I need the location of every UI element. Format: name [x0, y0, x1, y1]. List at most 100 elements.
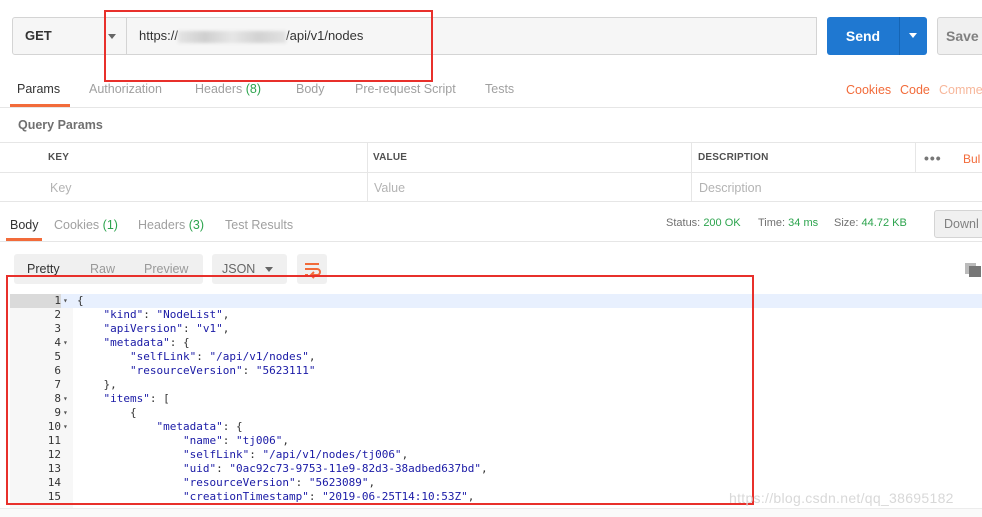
url-input[interactable]: https:// /api/v1/nodes	[127, 17, 817, 55]
chevron-down-icon	[108, 34, 116, 39]
divider	[691, 143, 692, 202]
code-line: 5 "selfLink": "/api/v1/nodes",	[10, 350, 982, 364]
url-prefix: https://	[139, 28, 179, 43]
json-punctuation: ,	[481, 462, 488, 475]
send-button[interactable]: Send	[827, 17, 899, 55]
fold-toggle-icon[interactable]: ▾	[63, 406, 68, 420]
json-punctuation: {	[130, 406, 137, 419]
divider	[915, 143, 916, 172]
json-key: "name"	[183, 434, 223, 447]
line-number: 3	[54, 322, 61, 335]
code-line: 14 "resourceVersion": "5623089",	[10, 476, 982, 490]
status-readout: Status: 200 OK	[666, 217, 741, 229]
code-text: "resourceVersion": "5623089",	[183, 476, 375, 490]
code-line: 6 "resourceVersion": "5623111"	[10, 364, 982, 378]
json-punctuation: : [	[149, 392, 170, 405]
time-readout: Time: 34 ms	[758, 217, 818, 229]
cookies-link[interactable]: Cookies	[846, 83, 891, 97]
code-line: 13 "uid": "0ac92c73-9753-11e9-82d3-38adbe…	[10, 462, 982, 476]
line-number: 13	[47, 462, 61, 475]
tab-response-headers-label: Headers	[138, 218, 186, 232]
active-tab-indicator	[6, 238, 42, 241]
wrap-lines-icon	[305, 263, 321, 279]
method-select[interactable]: GET	[12, 17, 127, 55]
send-dropdown-button[interactable]	[899, 17, 927, 55]
fold-toggle-icon[interactable]: ▾	[63, 420, 68, 434]
code-line: 10 ▾ "metadata": {	[10, 420, 982, 434]
code-text: "metadata": {	[157, 420, 243, 434]
query-params-title: Query Params	[18, 118, 103, 132]
save-button[interactable]: Save	[937, 17, 982, 55]
code-text: "selfLink": "/api/v1/nodes/tj006",	[183, 448, 408, 462]
fold-toggle-icon[interactable]: ▾	[63, 392, 68, 406]
line-number: 8	[54, 392, 61, 405]
chevron-down-icon	[909, 33, 917, 38]
tab-headers[interactable]: Headers (8)	[195, 82, 261, 96]
tab-prerequest-script[interactable]: Pre-request Script	[355, 82, 456, 96]
line-number: 15	[47, 490, 61, 503]
json-punctuation: :	[308, 490, 323, 503]
json-punctuation: :	[143, 308, 157, 321]
code-line: 8 ▾ "items": [	[10, 392, 982, 406]
fold-toggle-icon[interactable]: ▾	[63, 336, 68, 350]
tab-response-cookies-count: (1)	[102, 218, 118, 232]
copy-icon[interactable]	[964, 262, 982, 278]
json-punctuation: :	[242, 364, 256, 377]
download-button[interactable]: Downl	[934, 210, 982, 238]
line-number: 11	[47, 434, 61, 447]
tab-tests[interactable]: Tests	[485, 82, 514, 96]
code-line: 12 "selfLink": "/api/v1/nodes/tj006",	[10, 448, 982, 462]
bulk-edit-link[interactable]: Bul	[963, 152, 980, 166]
json-punctuation: ,	[222, 322, 230, 335]
code-link[interactable]: Code	[900, 83, 930, 97]
json-string: "NodeList"	[156, 308, 223, 321]
response-tabs: Body Cookies (1) Headers (3) Test Result…	[0, 208, 982, 242]
tab-body[interactable]: Body	[296, 82, 325, 96]
code-line: 4 ▾ "metadata": {	[10, 336, 982, 350]
json-string: "v1"	[196, 322, 223, 335]
column-header-description: DESCRIPTION	[698, 152, 769, 163]
json-punctuation: :	[295, 476, 309, 489]
size-label: Size:	[834, 217, 859, 229]
request-bar: GET https:// /api/v1/nodes Send Save	[0, 0, 982, 70]
code-text: "apiVersion": "v1",	[104, 322, 230, 336]
line-number: 10	[47, 420, 61, 433]
view-preview-button[interactable]: Preview	[144, 262, 188, 276]
line-number: 5	[54, 350, 61, 363]
code-line: 11 "name": "tj006",	[10, 434, 982, 448]
view-pretty-button[interactable]: Pretty	[27, 262, 60, 276]
tab-response-cookies[interactable]: Cookies (1)	[54, 218, 118, 232]
tab-response-headers-count: (3)	[188, 218, 205, 232]
json-punctuation: {	[77, 294, 84, 307]
line-number: 4	[54, 336, 61, 349]
view-raw-button[interactable]: Raw	[90, 262, 115, 276]
tab-authorization[interactable]: Authorization	[89, 82, 162, 96]
code-text: {	[130, 406, 137, 420]
value-input[interactable]: Value	[374, 181, 405, 195]
description-input[interactable]: Description	[699, 181, 762, 195]
key-input[interactable]: Key	[50, 181, 72, 195]
more-options-icon[interactable]: •••	[924, 150, 942, 166]
tab-response-headers[interactable]: Headers (3)	[138, 218, 204, 232]
tab-params[interactable]: Params	[17, 82, 60, 96]
divider	[367, 143, 368, 202]
code-text: "resourceVersion": "5623111"	[130, 364, 315, 378]
time-label: Time:	[758, 217, 786, 229]
json-punctuation: ,	[222, 308, 230, 321]
comments-link[interactable]: Comme	[939, 83, 982, 97]
json-string: "5623089"	[308, 476, 369, 489]
query-params-table: KEY VALUE DESCRIPTION ••• Bul Key Value …	[0, 142, 982, 202]
tab-test-results[interactable]: Test Results	[225, 218, 293, 232]
code-text: "items": [	[104, 392, 170, 406]
code-line: 1 ▾ {	[10, 294, 982, 308]
tab-response-body[interactable]: Body	[10, 218, 39, 232]
response-body-editor[interactable]: 1 ▾{2 "kind": "NodeList", 3 "apiVersion": "v…	[10, 294, 982, 508]
format-select[interactable]: JSON	[212, 254, 287, 284]
chevron-down-icon	[265, 267, 273, 272]
wrap-lines-button[interactable]	[297, 254, 327, 284]
json-punctuation: ,	[368, 476, 376, 489]
fold-toggle-icon[interactable]: ▾	[63, 294, 68, 308]
json-key: "selfLink"	[130, 350, 197, 363]
size-value: 44.72 KB	[861, 217, 907, 229]
method-value: GET	[25, 28, 52, 43]
